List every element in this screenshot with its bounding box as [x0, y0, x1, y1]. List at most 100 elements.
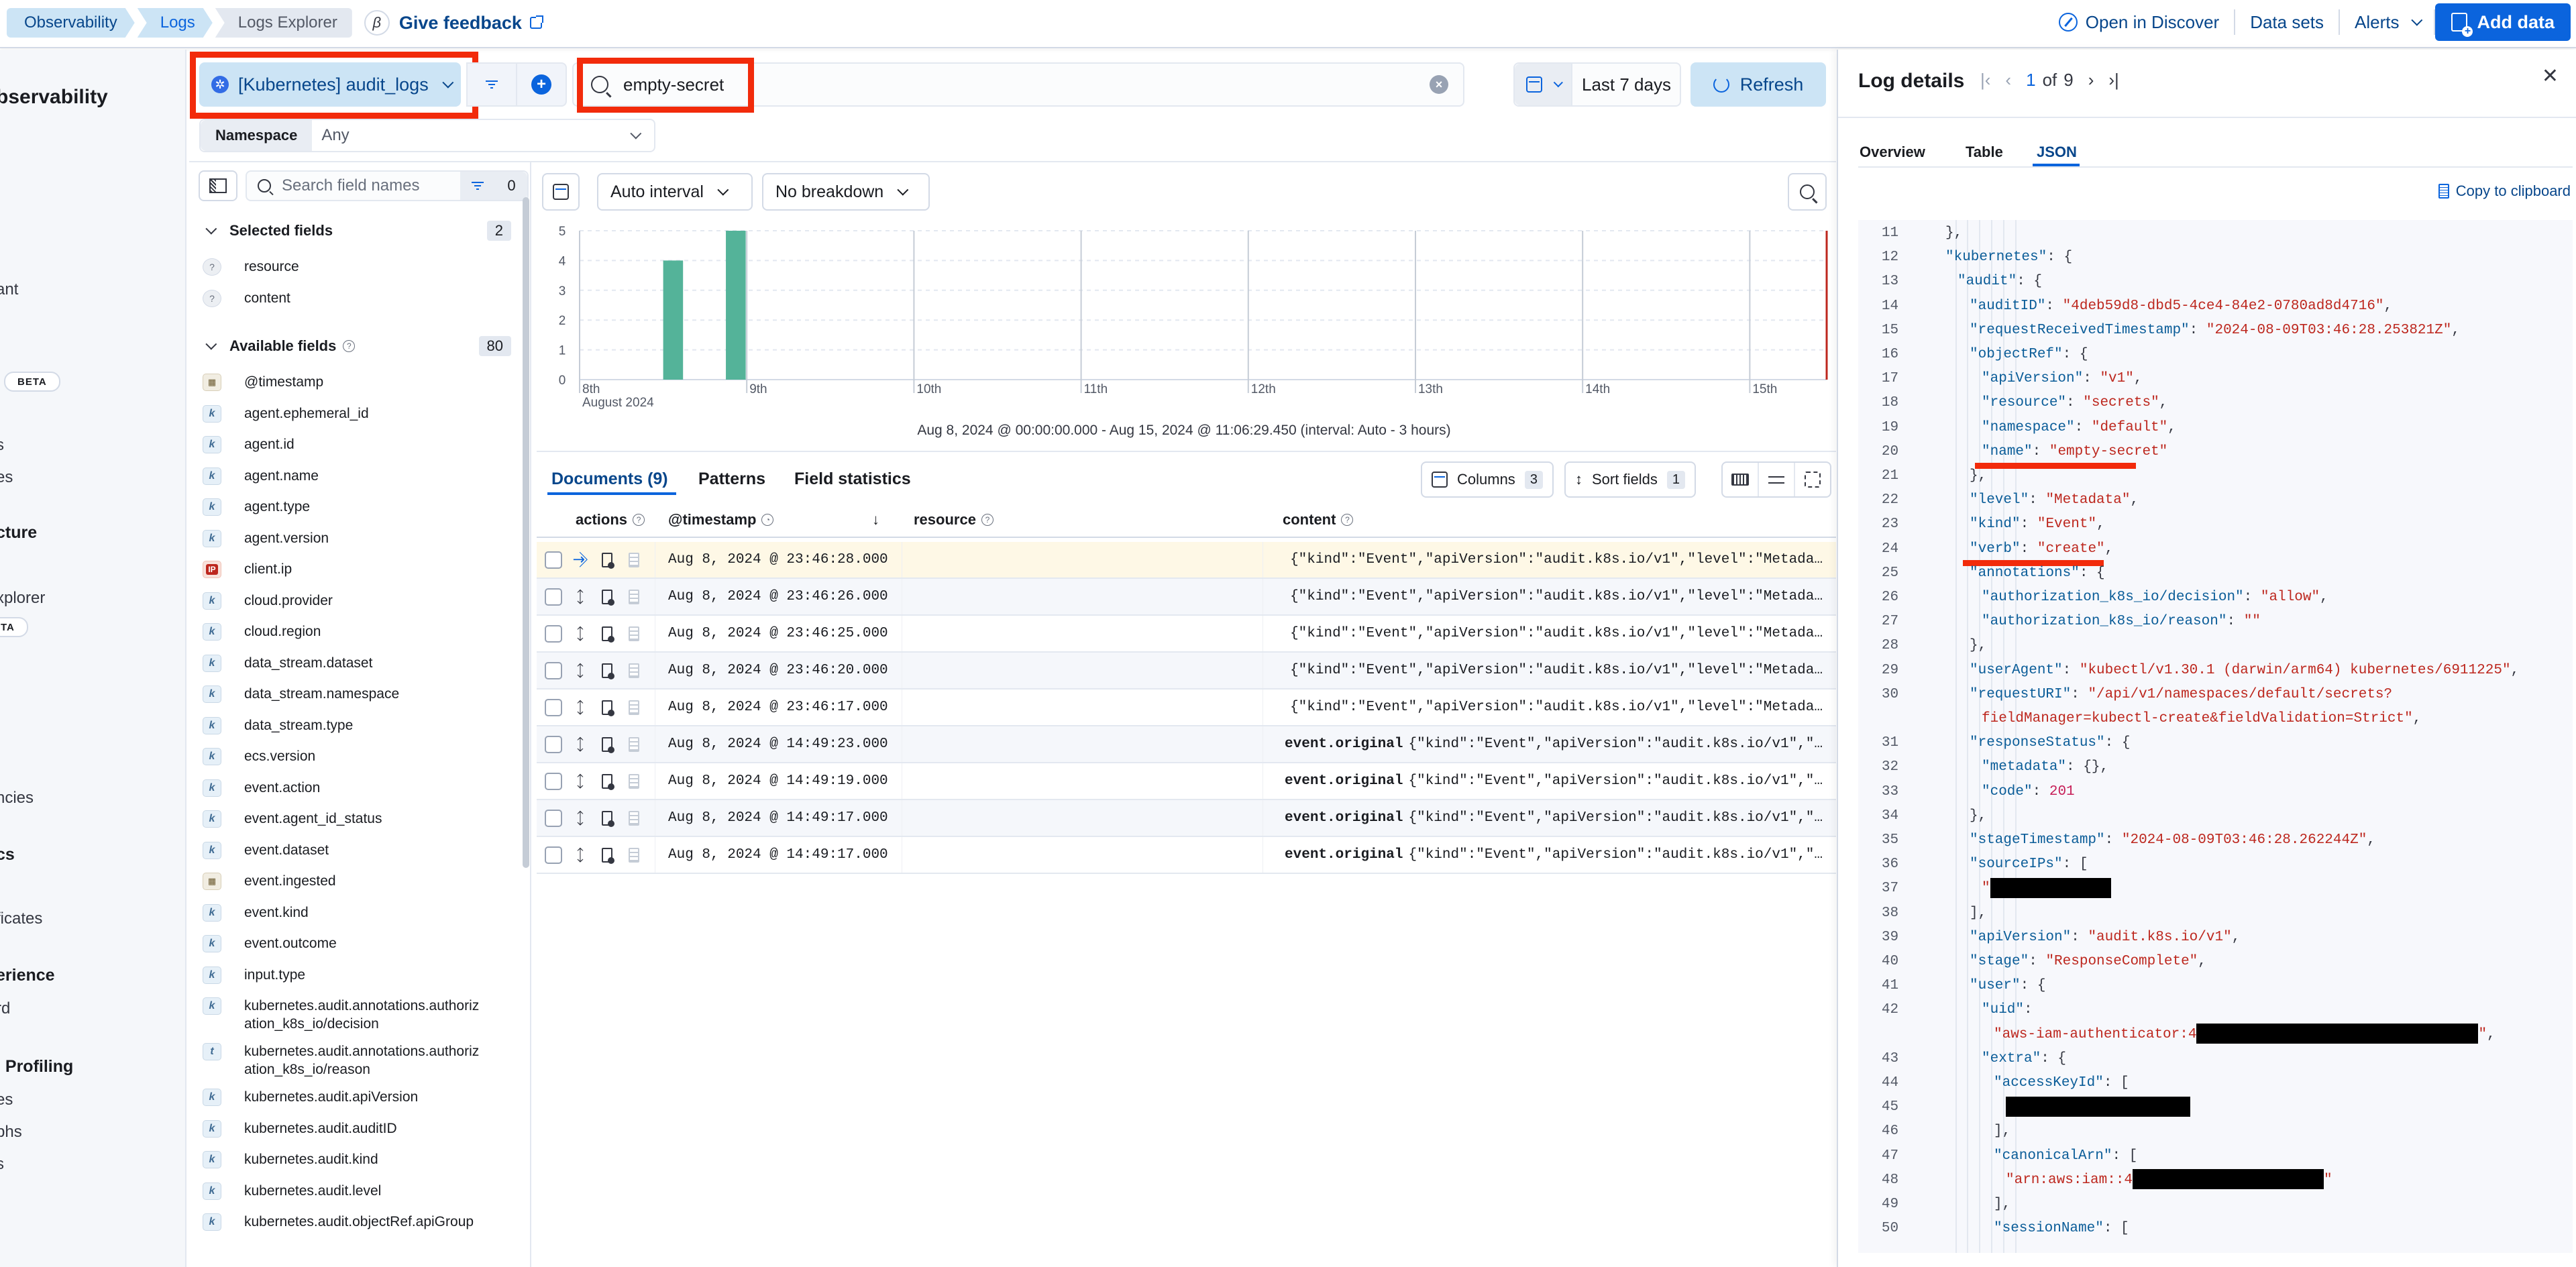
row-checkbox[interactable] [545, 735, 562, 753]
view-document-icon[interactable] [598, 699, 616, 716]
data-sets-link[interactable]: Data sets [2235, 9, 2341, 35]
add-data-button[interactable]: Add data [2435, 3, 2571, 41]
table-row[interactable]: ⤢ Aug 8, 2024 @ 14:49:19.000 event.origina… [537, 763, 1836, 800]
tab-table[interactable]: Table [1966, 144, 2003, 161]
field-item[interactable]: k kubernetes.audit.annotations.authorizat… [203, 997, 504, 1033]
sort-desc-icon[interactable]: ↓ [872, 511, 879, 529]
column-header-resource[interactable]: resource ? [914, 511, 994, 529]
namespace-filter[interactable]: Namespace Any [199, 119, 655, 152]
view-document-icon[interactable] [598, 662, 616, 679]
field-item[interactable]: k event.dataset [203, 841, 504, 859]
expand-icon[interactable]: ⤢ [570, 808, 590, 828]
expand-icon[interactable]: ⤢ [570, 771, 590, 791]
table-row[interactable]: ⤢ Aug 8, 2024 @ 23:46:20.000 {"kind":"Even… [537, 653, 1836, 690]
field-item[interactable]: k kubernetes.audit.kind [203, 1150, 504, 1168]
nav-item[interactable]: es [0, 468, 13, 487]
log-lines-icon[interactable] [625, 810, 643, 827]
nav-item[interactable]: rd [0, 999, 10, 1018]
field-item[interactable]: k event.agent_id_status [203, 810, 504, 828]
table-row[interactable]: ⤢ Aug 8, 2024 @ 14:49:23.000 event.origina… [537, 726, 1836, 763]
field-item[interactable]: ▦ event.ingested [203, 872, 504, 890]
available-fields-header[interactable]: Available fields ? 80 [203, 333, 511, 360]
row-checkbox[interactable] [545, 809, 562, 827]
add-filter-button[interactable]: + [517, 64, 566, 105]
expand-icon[interactable]: ⤢ [570, 734, 590, 754]
refresh-button[interactable]: Refresh [1690, 62, 1826, 107]
field-item[interactable]: k ecs.version [203, 747, 504, 765]
nav-item[interactable]: es [0, 1091, 13, 1109]
row-checkbox[interactable] [545, 698, 562, 716]
field-type-filter-button[interactable]: 0 [460, 172, 527, 200]
row-checkbox[interactable] [545, 846, 562, 864]
field-item[interactable]: t kubernetes.audit.annotations.authorizat… [203, 1042, 504, 1079]
field-item[interactable]: k agent.ephemeral_id [203, 404, 504, 423]
nav-item[interactable]: s [0, 436, 4, 455]
help-icon[interactable]: ? [981, 514, 994, 526]
toggle-chart-button[interactable] [542, 173, 580, 211]
interval-selector[interactable]: Auto interval [597, 173, 753, 211]
field-item[interactable]: IP client.ip [203, 560, 504, 578]
tab-json[interactable]: JSON [2037, 144, 2077, 161]
expand-icon[interactable]: ⤢ [570, 844, 590, 865]
table-row[interactable]: ⤢ Aug 8, 2024 @ 14:49:17.000 event.origina… [537, 837, 1836, 874]
log-lines-icon[interactable] [625, 773, 643, 790]
view-document-icon[interactable] [598, 551, 616, 569]
row-checkbox[interactable] [545, 624, 562, 643]
field-item[interactable]: k cloud.provider [203, 592, 504, 610]
next-page-icon[interactable]: › [2088, 70, 2094, 91]
table-row[interactable]: ⇲ Aug 8, 2024 @ 23:46:28.000 {"kind":"Even… [537, 542, 1836, 579]
view-document-icon[interactable] [598, 625, 616, 643]
collapse-icon[interactable]: ⇲ [570, 549, 590, 570]
row-checkbox[interactable] [545, 588, 562, 606]
field-item[interactable]: k agent.version [203, 529, 504, 547]
give-feedback-link[interactable]: Give feedback [399, 13, 543, 34]
help-icon[interactable]: ? [1341, 514, 1354, 526]
field-item[interactable]: k kubernetes.audit.apiVersion [203, 1088, 504, 1106]
table-row[interactable]: ⤢ Aug 8, 2024 @ 23:46:25.000 {"kind":"Even… [537, 616, 1836, 653]
field-item[interactable]: k data_stream.type [203, 716, 504, 734]
nav-item[interactable]: ant [0, 280, 18, 299]
column-header-content[interactable]: content ? [1283, 511, 1354, 529]
tab-patterns[interactable]: Patterns [698, 470, 765, 489]
prev-page-icon[interactable]: ‹ [2005, 70, 2011, 91]
field-item[interactable]: k agent.id [203, 435, 504, 453]
log-lines-icon[interactable] [625, 625, 643, 643]
field-item[interactable]: k cloud.region [203, 622, 504, 641]
alerts-menu[interactable]: Alerts [2340, 9, 2436, 35]
column-header-timestamp[interactable]: @timestamp ◔ [668, 511, 774, 529]
view-document-icon[interactable] [598, 846, 616, 864]
nav-item[interactable]: xplorer [0, 589, 45, 608]
first-page-icon[interactable]: |‹ [1980, 70, 1990, 91]
field-item[interactable]: k kubernetes.audit.auditID [203, 1119, 504, 1138]
field-item[interactable]: k event.outcome [203, 934, 504, 952]
close-icon[interactable]: ✕ [2542, 64, 2559, 88]
view-document-icon[interactable] [598, 736, 616, 753]
ai-assistant-button[interactable] [1788, 173, 1827, 211]
log-lines-icon[interactable] [625, 551, 643, 569]
field-item[interactable]: k agent.name [203, 467, 504, 485]
field-item[interactable]: ? resource [203, 258, 504, 276]
table-row[interactable]: ⤢ Aug 8, 2024 @ 23:46:17.000 {"kind":"Even… [537, 690, 1836, 726]
log-lines-icon[interactable] [625, 588, 643, 606]
field-item[interactable]: ? content [203, 289, 504, 307]
tab-documents[interactable]: Documents (9) [551, 470, 668, 489]
scrollbar[interactable] [523, 197, 529, 868]
breadcrumb-observability[interactable]: Observability [7, 8, 135, 38]
field-item[interactable]: k input.type [203, 966, 504, 984]
field-item[interactable]: ▦ @timestamp [203, 373, 504, 391]
view-document-icon[interactable] [598, 588, 616, 606]
quick-menu-button[interactable] [1515, 64, 1572, 105]
help-icon[interactable]: ? [343, 340, 356, 352]
nav-item[interactable]: phs [0, 1123, 22, 1142]
nav-item[interactable]: s [0, 1155, 4, 1174]
nav-item[interactable]: ncies [0, 789, 34, 808]
expand-icon[interactable]: ⤢ [570, 623, 590, 643]
field-item[interactable]: k kubernetes.audit.level [203, 1182, 504, 1200]
tab-field-statistics[interactable]: Field statistics [794, 470, 911, 489]
log-lines-icon[interactable] [625, 846, 643, 864]
clear-icon[interactable]: × [1430, 75, 1448, 94]
nav-item[interactable]: ficates [0, 910, 42, 928]
row-checkbox[interactable] [545, 772, 562, 790]
keyboard-shortcuts-button[interactable] [1723, 463, 1759, 496]
table-row[interactable]: ⤢ Aug 8, 2024 @ 23:46:26.000 {"kind":"Even… [537, 579, 1836, 616]
